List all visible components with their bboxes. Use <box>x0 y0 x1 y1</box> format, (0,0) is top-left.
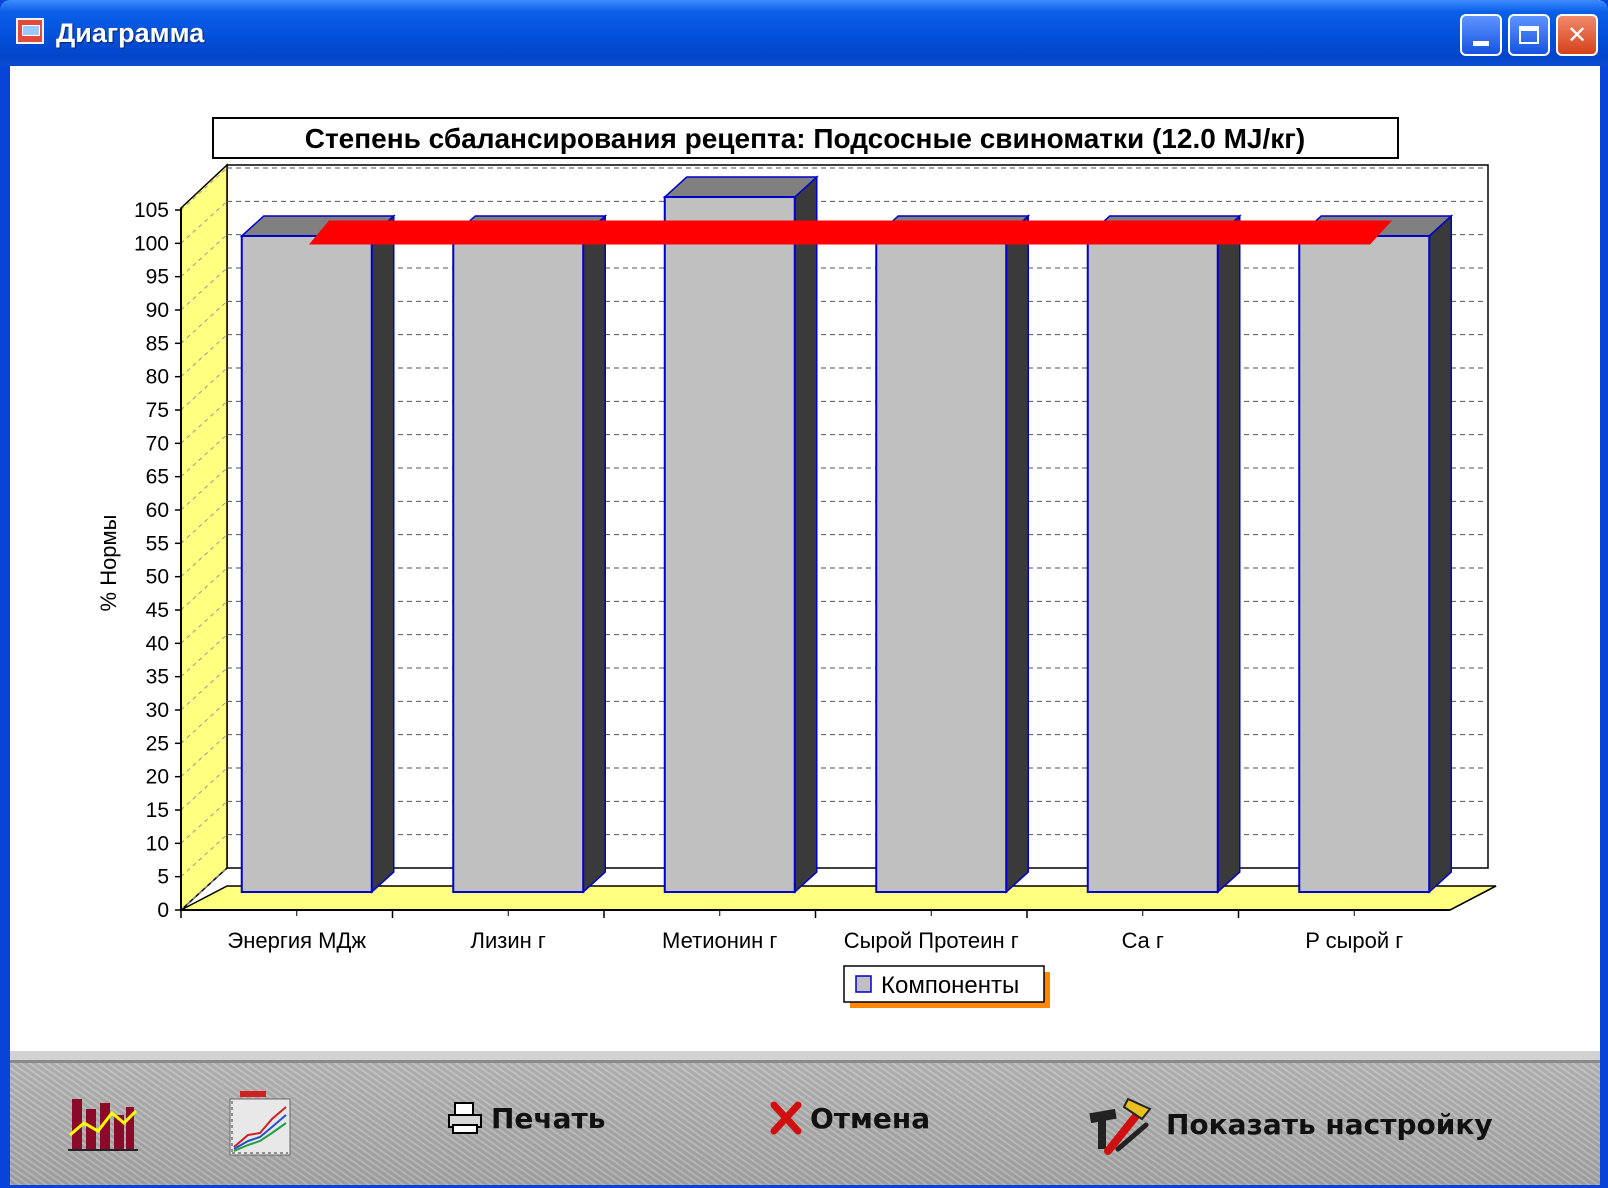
y-axis-label: % Нормы <box>96 515 121 612</box>
target-line <box>309 220 1392 245</box>
bottom-toolbar: Печать Отмена Показать настройку <box>10 1051 1600 1185</box>
y-tick-label: 70 <box>146 432 169 455</box>
y-tick-label: 15 <box>146 799 169 822</box>
y-tick-label: 20 <box>146 766 169 789</box>
bar <box>875 234 1008 893</box>
print-button[interactable]: Печать <box>447 1101 605 1135</box>
bar <box>663 196 796 893</box>
bar-side <box>794 175 818 894</box>
printer-icon <box>448 1102 482 1134</box>
y-tick-label: 30 <box>146 699 169 722</box>
y-tick-label: 75 <box>146 399 169 422</box>
chart-title-box: Степень сбалансирования рецепта: Подсосн… <box>212 117 1399 159</box>
bar <box>240 234 373 893</box>
cancel-label: Отмена <box>810 1101 931 1135</box>
legend-swatch <box>855 975 872 993</box>
tools-icon <box>1089 1097 1152 1155</box>
x-tick-label: P сырой г <box>1305 928 1403 953</box>
x-tick-label: Энергия МДж <box>227 928 366 953</box>
bar <box>1298 234 1431 893</box>
y-tick-label: 65 <box>146 466 169 489</box>
y-tick-label: 35 <box>146 666 169 689</box>
cancel-button[interactable]: Отмена <box>770 1101 930 1135</box>
y-tick-label: 10 <box>146 832 169 855</box>
y-tick-label: 85 <box>146 332 169 355</box>
x-tick-label: Метионин г <box>662 928 777 953</box>
y-tick-label: 80 <box>146 366 169 389</box>
y-tick-label: 25 <box>146 732 169 755</box>
bar-side <box>1217 214 1241 894</box>
bar-side <box>371 214 395 894</box>
bar-chart: 0 5 10 15 20 25 30 35 40 45 50 55 60 65 70 75 80 85 90 95 10… <box>96 117 1497 1008</box>
x-tick-label: Сырой Протеин г <box>844 928 1019 953</box>
bar-side <box>582 214 606 894</box>
show-settings-button[interactable]: Показать настройку <box>1088 1093 1493 1155</box>
y-tick-label: 55 <box>146 532 169 555</box>
print-label: Печать <box>491 1101 606 1135</box>
line-chart-icon <box>229 1091 291 1156</box>
cancel-x-icon <box>770 1101 802 1135</box>
line-chart-button[interactable] <box>222 1089 294 1164</box>
chart-title: Степень сбалансирования рецепта: Подсосн… <box>305 123 1306 154</box>
bar <box>452 234 585 893</box>
y-tick-label: 95 <box>146 266 169 289</box>
legend-label: Компоненты <box>881 972 1019 999</box>
y-tick-label: 90 <box>146 299 169 322</box>
settings-label: Показать настройку <box>1166 1107 1493 1141</box>
x-tick-label: Ca г <box>1122 928 1164 953</box>
y-tick-label: 40 <box>146 632 169 655</box>
bar-top <box>662 176 819 198</box>
x-tick-label: Лизин г <box>471 928 546 953</box>
y-tick-label: 5 <box>157 866 169 889</box>
y-tick-label: 0 <box>157 899 169 922</box>
bar-chart-button[interactable] <box>68 1093 138 1160</box>
bar <box>1086 234 1219 893</box>
bar-side <box>1428 214 1452 894</box>
y-tick-label: 45 <box>146 599 169 622</box>
y-tick-label: 50 <box>146 566 169 589</box>
bar-side <box>1005 214 1029 894</box>
y-tick-label: 100 <box>134 232 169 255</box>
y-tick-label: 60 <box>146 499 169 522</box>
y-tick-label: 105 <box>134 199 169 222</box>
legend: Компоненты <box>843 965 1050 1008</box>
bar-chart-icon <box>68 1099 138 1151</box>
